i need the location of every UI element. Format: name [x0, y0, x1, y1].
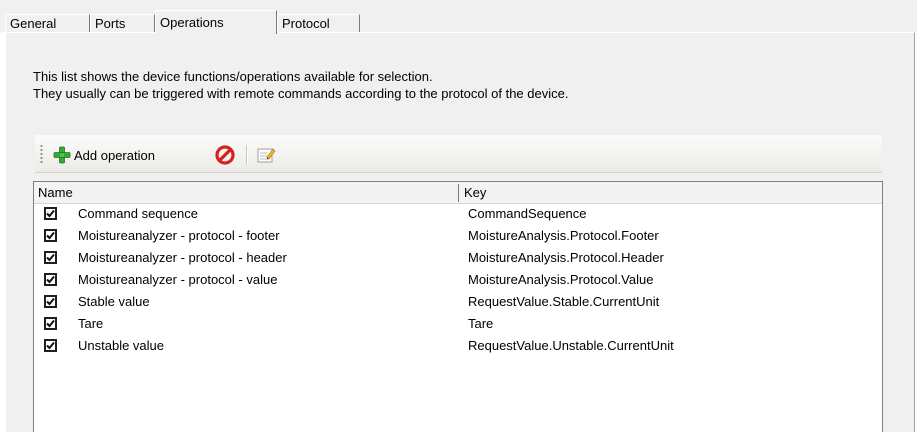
- row-name: Moistureanalyzer - protocol - header: [78, 250, 287, 265]
- list-item[interactable]: Command sequence CommandSequence: [34, 203, 882, 225]
- list-item[interactable]: Moistureanalyzer - protocol - header Mois…: [34, 247, 882, 269]
- tab-strip: General Ports Operations Protocol: [0, 0, 917, 34]
- checkmark-icon: [46, 319, 55, 328]
- tab-general[interactable]: General: [5, 14, 90, 32]
- tab-protocol[interactable]: Protocol: [277, 14, 360, 32]
- row-name: Moistureanalyzer - protocol - value: [78, 272, 278, 287]
- description-line-1: This list shows the device functions/ope…: [33, 69, 433, 84]
- row-checkbox[interactable]: [44, 295, 57, 308]
- toolbar-separator: [246, 145, 248, 165]
- tab-ports[interactable]: Ports: [90, 14, 155, 32]
- description: This list shows the device functions/ope…: [33, 68, 913, 102]
- row-key: MoistureAnalysis.Protocol.Header: [468, 250, 664, 265]
- list-item[interactable]: Moistureanalyzer - protocol - footer Mois…: [34, 225, 882, 247]
- description-line-2: They usually can be triggered with remot…: [33, 86, 569, 101]
- edit-operation-button[interactable]: [256, 144, 276, 166]
- row-key: RequestValue.Stable.CurrentUnit: [468, 294, 660, 309]
- list-item[interactable]: Stable value RequestValue.Stable.CurrentU…: [34, 291, 882, 313]
- checkmark-icon: [46, 341, 55, 350]
- checkmark-icon: [46, 297, 55, 306]
- row-name: Moistureanalyzer - protocol - footer: [78, 228, 280, 243]
- row-name: Unstable value: [78, 338, 164, 353]
- checkmark-icon: [46, 231, 55, 240]
- row-checkbox[interactable]: [44, 207, 57, 220]
- list-header: Name Key: [34, 182, 882, 204]
- add-icon: [53, 146, 71, 164]
- row-key: CommandSequence: [468, 206, 587, 221]
- add-operation-button[interactable]: Add operation: [53, 144, 155, 166]
- checkmark-icon: [46, 253, 55, 262]
- edit-note-icon: [256, 145, 276, 165]
- column-divider[interactable]: [458, 184, 459, 202]
- add-operation-label: Add operation: [74, 147, 155, 163]
- row-key: Tare: [468, 316, 494, 331]
- row-name: Tare: [78, 316, 104, 331]
- list-item[interactable]: Moistureanalyzer - protocol - value Moist…: [34, 269, 882, 291]
- row-checkbox[interactable]: [44, 317, 57, 330]
- row-name: Command sequence: [78, 206, 198, 221]
- list-item[interactable]: Tare Tare: [34, 313, 882, 335]
- operations-toolbar: Add operation: [35, 135, 882, 173]
- row-checkbox[interactable]: [44, 273, 57, 286]
- column-header-name[interactable]: Name: [36, 182, 458, 202]
- column-header-key[interactable]: Key: [462, 182, 882, 202]
- row-key: MoistureAnalysis.Protocol.Value: [468, 272, 654, 287]
- tab-operations[interactable]: Operations: [155, 10, 277, 34]
- toolbar-grip[interactable]: [40, 144, 43, 164]
- row-checkbox[interactable]: [44, 251, 57, 264]
- delete-icon: [215, 145, 235, 165]
- operations-list: Name Key Command sequence CommandSequence…: [33, 181, 883, 432]
- row-key: MoistureAnalysis.Protocol.Footer: [468, 228, 659, 243]
- row-name: Stable value: [78, 294, 150, 309]
- row-checkbox[interactable]: [44, 339, 57, 352]
- delete-operation-button[interactable]: [215, 144, 235, 166]
- row-key: RequestValue.Unstable.CurrentUnit: [468, 338, 674, 353]
- row-checkbox[interactable]: [44, 229, 57, 242]
- checkmark-icon: [46, 275, 55, 284]
- list-item[interactable]: Unstable value RequestValue.Unstable.Curr…: [34, 335, 882, 357]
- checkmark-icon: [46, 209, 55, 218]
